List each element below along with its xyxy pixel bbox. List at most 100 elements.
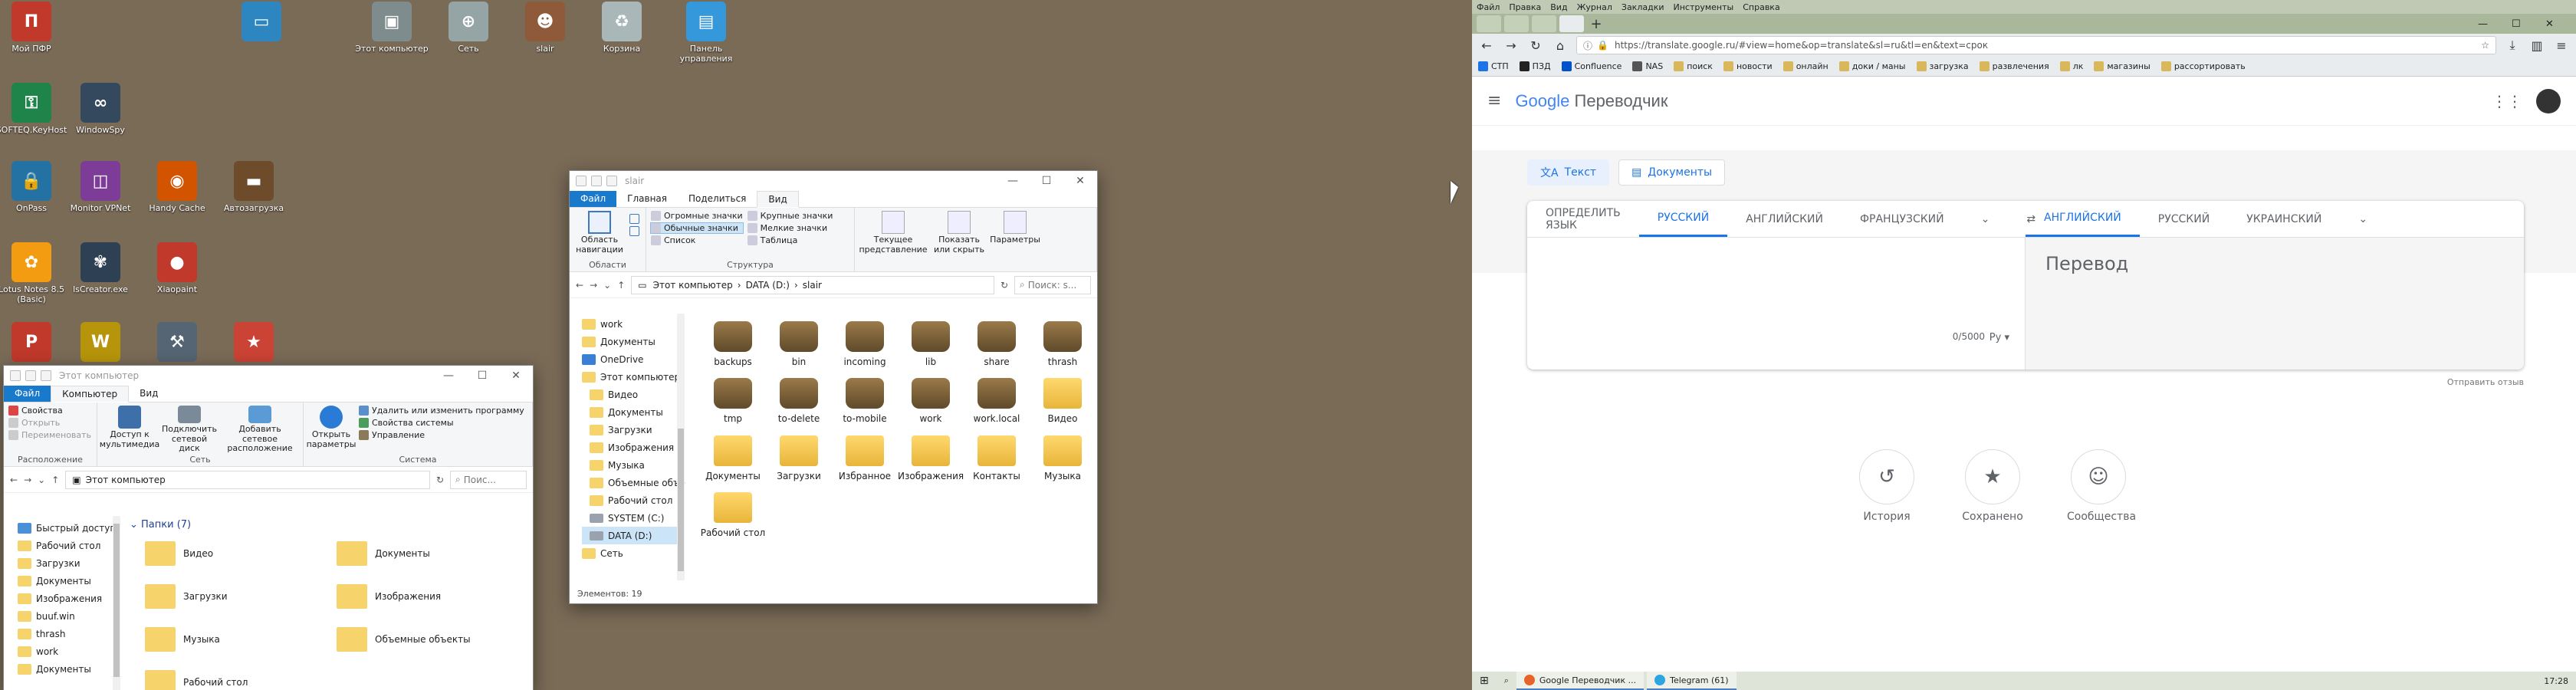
folder-item[interactable]: Рабочий стол bbox=[145, 666, 337, 690]
refresh-button[interactable]: ↻ bbox=[1001, 280, 1008, 291]
forward-button[interactable]: → bbox=[590, 280, 597, 291]
scrollbar-thumb[interactable] bbox=[113, 524, 120, 677]
show-hide-button[interactable]: Показать или скрыть bbox=[932, 211, 987, 259]
nav-item[interactable]: buuf.win bbox=[18, 607, 110, 625]
bookmark-item[interactable]: доки / маны bbox=[1838, 61, 1906, 71]
table-option[interactable]: Таблица bbox=[747, 235, 833, 245]
desktop-icon[interactable]: ⊕ Сеть bbox=[426, 2, 511, 54]
home-button[interactable]: ⌂ bbox=[1552, 38, 1569, 53]
desktop-icon[interactable]: ☻ slair bbox=[503, 2, 587, 54]
apps-grid-icon[interactable]: ⋮⋮ bbox=[2492, 92, 2522, 110]
navigation-pane-button[interactable]: Область навигации bbox=[574, 211, 625, 259]
nav-item[interactable]: work bbox=[18, 642, 110, 660]
file-item[interactable]: work.local bbox=[964, 378, 1030, 424]
folder-item[interactable]: Объемные объекты bbox=[337, 623, 528, 656]
taskbar-app-telegram[interactable]: Telegram (61) bbox=[1647, 672, 1737, 690]
tab-home[interactable]: Главная bbox=[616, 191, 678, 207]
open-button[interactable]: Открыть bbox=[8, 418, 91, 428]
nav-item[interactable]: Документы bbox=[582, 403, 682, 421]
file-item[interactable]: Избранное bbox=[832, 435, 898, 481]
breadcrumb-1[interactable]: Этот компьютер bbox=[653, 280, 733, 291]
nav-item[interactable]: Документы bbox=[18, 572, 110, 590]
file-item[interactable]: Рабочий стол bbox=[700, 492, 766, 538]
file-item[interactable]: work bbox=[898, 378, 964, 424]
folder-quick-icon[interactable] bbox=[41, 370, 51, 381]
file-item[interactable]: Загрузки bbox=[766, 435, 832, 481]
more-languages-chevron-icon[interactable]: ⌄ bbox=[1963, 201, 2009, 237]
quick-access-icon[interactable] bbox=[10, 370, 21, 381]
nav-item[interactable]: Загрузки bbox=[18, 554, 110, 572]
quick-access-icon[interactable] bbox=[576, 176, 586, 186]
map-drive-button[interactable]: Подключить сетевой диск bbox=[162, 406, 217, 454]
nav-scrollbar[interactable] bbox=[113, 516, 120, 690]
nav-item[interactable]: Быстрый доступ bbox=[18, 519, 116, 537]
desktop-icon[interactable]: ● Xiaopaint bbox=[135, 242, 219, 294]
target-language-tab[interactable]: УКРАИНСКИЙ bbox=[2228, 201, 2340, 237]
action-2[interactable]: ☺ Сообщества bbox=[2067, 449, 2136, 523]
options-button[interactable]: Параметры bbox=[990, 211, 1040, 259]
nav-item[interactable]: SYSTEM (C:) bbox=[582, 509, 682, 527]
nav-item[interactable]: Музыка bbox=[582, 456, 682, 474]
browser-window[interactable]: Файл Правка Вид Журнал Закладки Инструменты Сп… bbox=[1472, 0, 2576, 672]
nav-item[interactable]: Изображения bbox=[582, 439, 682, 456]
breadcrumb-3[interactable]: slair bbox=[803, 280, 822, 291]
file-item[interactable]: backups bbox=[700, 321, 766, 367]
menu-item[interactable]: Файл bbox=[1477, 2, 1500, 12]
back-button[interactable]: ← bbox=[1478, 38, 1495, 53]
close-button[interactable]: ✕ bbox=[1063, 175, 1097, 187]
file-item[interactable]: tmp bbox=[700, 378, 766, 424]
file-item[interactable]: Документы bbox=[700, 435, 766, 481]
menu-item[interactable]: Инструменты bbox=[1674, 2, 1734, 12]
file-item[interactable]: to-mobile bbox=[832, 378, 898, 424]
bookmark-item[interactable]: загрузка bbox=[1916, 61, 1969, 71]
bookmark-item[interactable]: ПЗД bbox=[1519, 61, 1551, 71]
desktop-icon[interactable]: ⚒ bbox=[135, 322, 219, 364]
add-location-button[interactable]: Добавить сетевое расположение bbox=[222, 406, 298, 454]
nav-item[interactable]: Документы bbox=[18, 660, 110, 678]
tab-share[interactable]: Поделиться bbox=[678, 191, 757, 207]
new-tab-button[interactable]: + bbox=[1587, 16, 1605, 32]
up-button[interactable]: ↑ bbox=[51, 475, 59, 485]
search-icon[interactable]: ⌕ bbox=[1497, 672, 1516, 690]
maximize-button[interactable]: ☐ bbox=[1030, 175, 1063, 187]
menu-item[interactable]: Вид bbox=[1550, 2, 1567, 12]
nav-item[interactable]: Видео bbox=[582, 386, 682, 403]
nav-item[interactable]: thrash bbox=[18, 625, 110, 642]
media-access-button[interactable]: Доступ к мультимедиа bbox=[100, 406, 159, 454]
bookmark-item[interactable]: онлайн bbox=[1783, 61, 1829, 71]
up-button[interactable]: ↑ bbox=[617, 280, 625, 291]
file-item[interactable]: share bbox=[964, 321, 1030, 367]
nav-item[interactable]: Этот компьютер bbox=[582, 368, 682, 386]
target-language-tab[interactable]: РУССКИЙ bbox=[2140, 201, 2228, 237]
file-item[interactable]: incoming bbox=[832, 321, 898, 367]
tab-view[interactable]: Вид bbox=[129, 386, 169, 402]
desktop-icon[interactable]: ◫ Monitor VPNet bbox=[58, 161, 143, 213]
huge-icons-option[interactable]: Огромные значки bbox=[651, 211, 743, 221]
more-languages-chevron-icon[interactable]: ⌄ bbox=[2340, 201, 2386, 237]
menu-icon[interactable]: ≡ bbox=[2553, 38, 2570, 53]
file-item[interactable]: Контакты bbox=[964, 435, 1030, 481]
small-icons-option[interactable]: Мелкие значки bbox=[747, 223, 833, 233]
normal-icons-option[interactable]: Обычные значки bbox=[650, 222, 744, 234]
tab-file[interactable]: Файл bbox=[570, 191, 617, 207]
source-language-tab[interactable]: РУССКИЙ bbox=[1638, 201, 1728, 237]
search-input[interactable]: ⌕ Поис... bbox=[450, 470, 527, 489]
action-0[interactable]: ↺ История bbox=[1855, 449, 1918, 523]
menu-item[interactable]: Закладки bbox=[1622, 2, 1664, 12]
desktop-icon[interactable]: ▤ Панель управления bbox=[664, 2, 748, 64]
source-language-tab[interactable]: ОПРЕДЕЛИТЬ ЯЗЫК bbox=[1527, 201, 1639, 237]
file-item[interactable]: to-delete bbox=[766, 378, 832, 424]
bookmark-item[interactable]: СТП bbox=[1478, 61, 1509, 71]
clock[interactable]: 17:28 bbox=[2536, 672, 2576, 690]
send-feedback-link[interactable]: Отправить отзыв bbox=[2447, 377, 2524, 387]
desktop-icon[interactable]: ▬ Автозагрузка bbox=[212, 161, 296, 213]
search-input[interactable]: ⌕ Поиск: s... bbox=[1014, 275, 1091, 294]
hamburger-menu-icon[interactable]: ≡ bbox=[1487, 91, 1501, 110]
refresh-button[interactable]: ↻ bbox=[436, 475, 444, 485]
tab-view[interactable]: Вид bbox=[757, 191, 799, 208]
properties-quick-icon[interactable] bbox=[591, 176, 602, 186]
bookmark-item[interactable]: поиск bbox=[1674, 61, 1713, 71]
folder-item[interactable]: Видео bbox=[145, 537, 337, 570]
maximize-button[interactable]: ☐ bbox=[465, 370, 499, 382]
folders-header[interactable]: ⌄ Папки (7) bbox=[130, 519, 191, 531]
